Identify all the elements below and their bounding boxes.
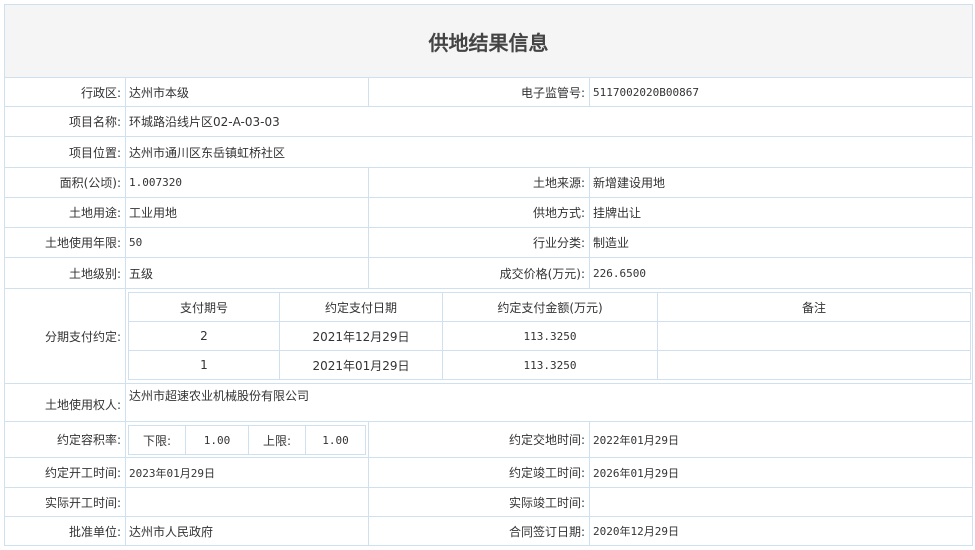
price-value: 226.6500: [589, 257, 973, 289]
actual-start-label: 实际开工时间:: [4, 487, 126, 517]
contract-date-value: 2020年12月29日: [589, 516, 973, 546]
table-row: 1 2021年01月29日 113.3250: [128, 350, 971, 380]
far-container: 下限: 1.00 上限: 1.00: [125, 421, 369, 458]
actual-start-value: [125, 487, 369, 517]
payment-header-amount: 约定支付金额(万元): [442, 292, 658, 322]
supply-method-label: 供地方式:: [368, 197, 590, 228]
payment-header-period: 支付期号: [128, 292, 280, 322]
land-source-value: 新增建设用地: [589, 167, 973, 198]
contract-date-label: 合同签订日期:: [368, 516, 590, 546]
far-label: 约定容积率:: [4, 421, 126, 458]
payment-remark: [657, 321, 971, 351]
start-value: 2023年01月29日: [125, 457, 369, 488]
e-code-label: 电子监管号:: [368, 77, 590, 107]
handover-value: 2022年01月29日: [589, 421, 973, 458]
project-name-value: 环城路沿线片区02-A-03-03: [125, 106, 973, 137]
approver-value: 达州市人民政府: [125, 516, 369, 546]
use-years-label: 土地使用年限:: [4, 227, 126, 258]
row-start: 约定开工时间: 2023年01月29日 约定竣工时间: 2026年01月29日: [4, 457, 973, 488]
payment-header-remark: 备注: [657, 292, 971, 322]
installments-label: 分期支付约定:: [4, 288, 126, 384]
payment-date: 2021年12月29日: [279, 321, 443, 351]
actual-complete-value: [589, 487, 973, 517]
payment-schedule-table: 支付期号 约定支付日期 约定支付金额(万元) 备注 2 2021年12月29日 …: [128, 292, 971, 380]
far-lower-value: 1.00: [185, 425, 249, 455]
row-district: 行政区: 达州市本级 电子监管号: 5117002020B00867: [4, 77, 973, 107]
project-location-label: 项目位置:: [4, 136, 126, 168]
row-land-use: 土地用途: 工业用地 供地方式: 挂牌出让: [4, 197, 973, 228]
far-table: 下限: 1.00 上限: 1.00: [128, 425, 366, 455]
payment-amount: 113.3250: [442, 350, 658, 380]
handover-label: 约定交地时间:: [368, 421, 590, 458]
row-project-location: 项目位置: 达州市通川区东岳镇虹桥社区: [4, 136, 973, 168]
far-upper-value: 1.00: [305, 425, 366, 455]
industry-label: 行业分类:: [368, 227, 590, 258]
land-supply-result-panel: 供地结果信息 行政区: 达州市本级 电子监管号: 5117002020B0086…: [4, 4, 973, 546]
industry-value: 制造业: [589, 227, 973, 258]
district-label: 行政区:: [4, 77, 126, 107]
project-name-label: 项目名称:: [4, 106, 126, 137]
district-value: 达州市本级: [125, 77, 369, 107]
complete-value: 2026年01月29日: [589, 457, 973, 488]
row-installments: 分期支付约定: 支付期号 约定支付日期 约定支付金额(万元) 备注 2 2021…: [4, 288, 973, 384]
holder-label: 土地使用权人:: [4, 383, 126, 422]
payment-amount: 113.3250: [442, 321, 658, 351]
payment-remark: [657, 350, 971, 380]
area-value: 1.007320: [125, 167, 369, 198]
land-grade-label: 土地级别:: [4, 257, 126, 289]
price-label: 成交价格(万元):: [368, 257, 590, 289]
row-actual: 实际开工时间: 实际竣工时间:: [4, 487, 973, 517]
table-row: 2 2021年12月29日 113.3250: [128, 321, 971, 351]
approver-label: 批准单位:: [4, 516, 126, 546]
row-land-grade: 土地级别: 五级 成交价格(万元): 226.6500: [4, 257, 973, 289]
far-lower-label: 下限:: [128, 425, 186, 455]
row-use-years: 土地使用年限: 50 行业分类: 制造业: [4, 227, 973, 258]
payment-period: 2: [128, 321, 280, 351]
payment-date: 2021年01月29日: [279, 350, 443, 380]
installments-container: 支付期号 约定支付日期 约定支付金额(万元) 备注 2 2021年12月29日 …: [125, 288, 973, 384]
land-grade-value: 五级: [125, 257, 369, 289]
project-location-value: 达州市通川区东岳镇虹桥社区: [125, 136, 973, 168]
payment-header-date: 约定支付日期: [279, 292, 443, 322]
far-upper-label: 上限:: [248, 425, 306, 455]
actual-complete-label: 实际竣工时间:: [368, 487, 590, 517]
row-area: 面积(公顷): 1.007320 土地来源: 新增建设用地: [4, 167, 973, 198]
start-label: 约定开工时间:: [4, 457, 126, 488]
row-approver: 批准单位: 达州市人民政府 合同签订日期: 2020年12月29日: [4, 516, 973, 546]
row-holder: 土地使用权人: 达州市超速农业机械股份有限公司: [4, 383, 973, 422]
land-use-value: 工业用地: [125, 197, 369, 228]
payment-period: 1: [128, 350, 280, 380]
holder-value: 达州市超速农业机械股份有限公司: [125, 383, 973, 422]
land-use-label: 土地用途:: [4, 197, 126, 228]
land-source-label: 土地来源:: [368, 167, 590, 198]
row-far: 约定容积率: 下限: 1.00 上限: 1.00 约定交地时间: 2022年01…: [4, 421, 973, 458]
use-years-value: 50: [125, 227, 369, 258]
supply-method-value: 挂牌出让: [589, 197, 973, 228]
area-label: 面积(公顷):: [4, 167, 126, 198]
complete-label: 约定竣工时间:: [368, 457, 590, 488]
payment-header-row: 支付期号 约定支付日期 约定支付金额(万元) 备注: [128, 292, 971, 322]
page-title: 供地结果信息: [4, 4, 973, 78]
row-project-name: 项目名称: 环城路沿线片区02-A-03-03: [4, 106, 973, 137]
e-code-value: 5117002020B00867: [589, 77, 973, 107]
